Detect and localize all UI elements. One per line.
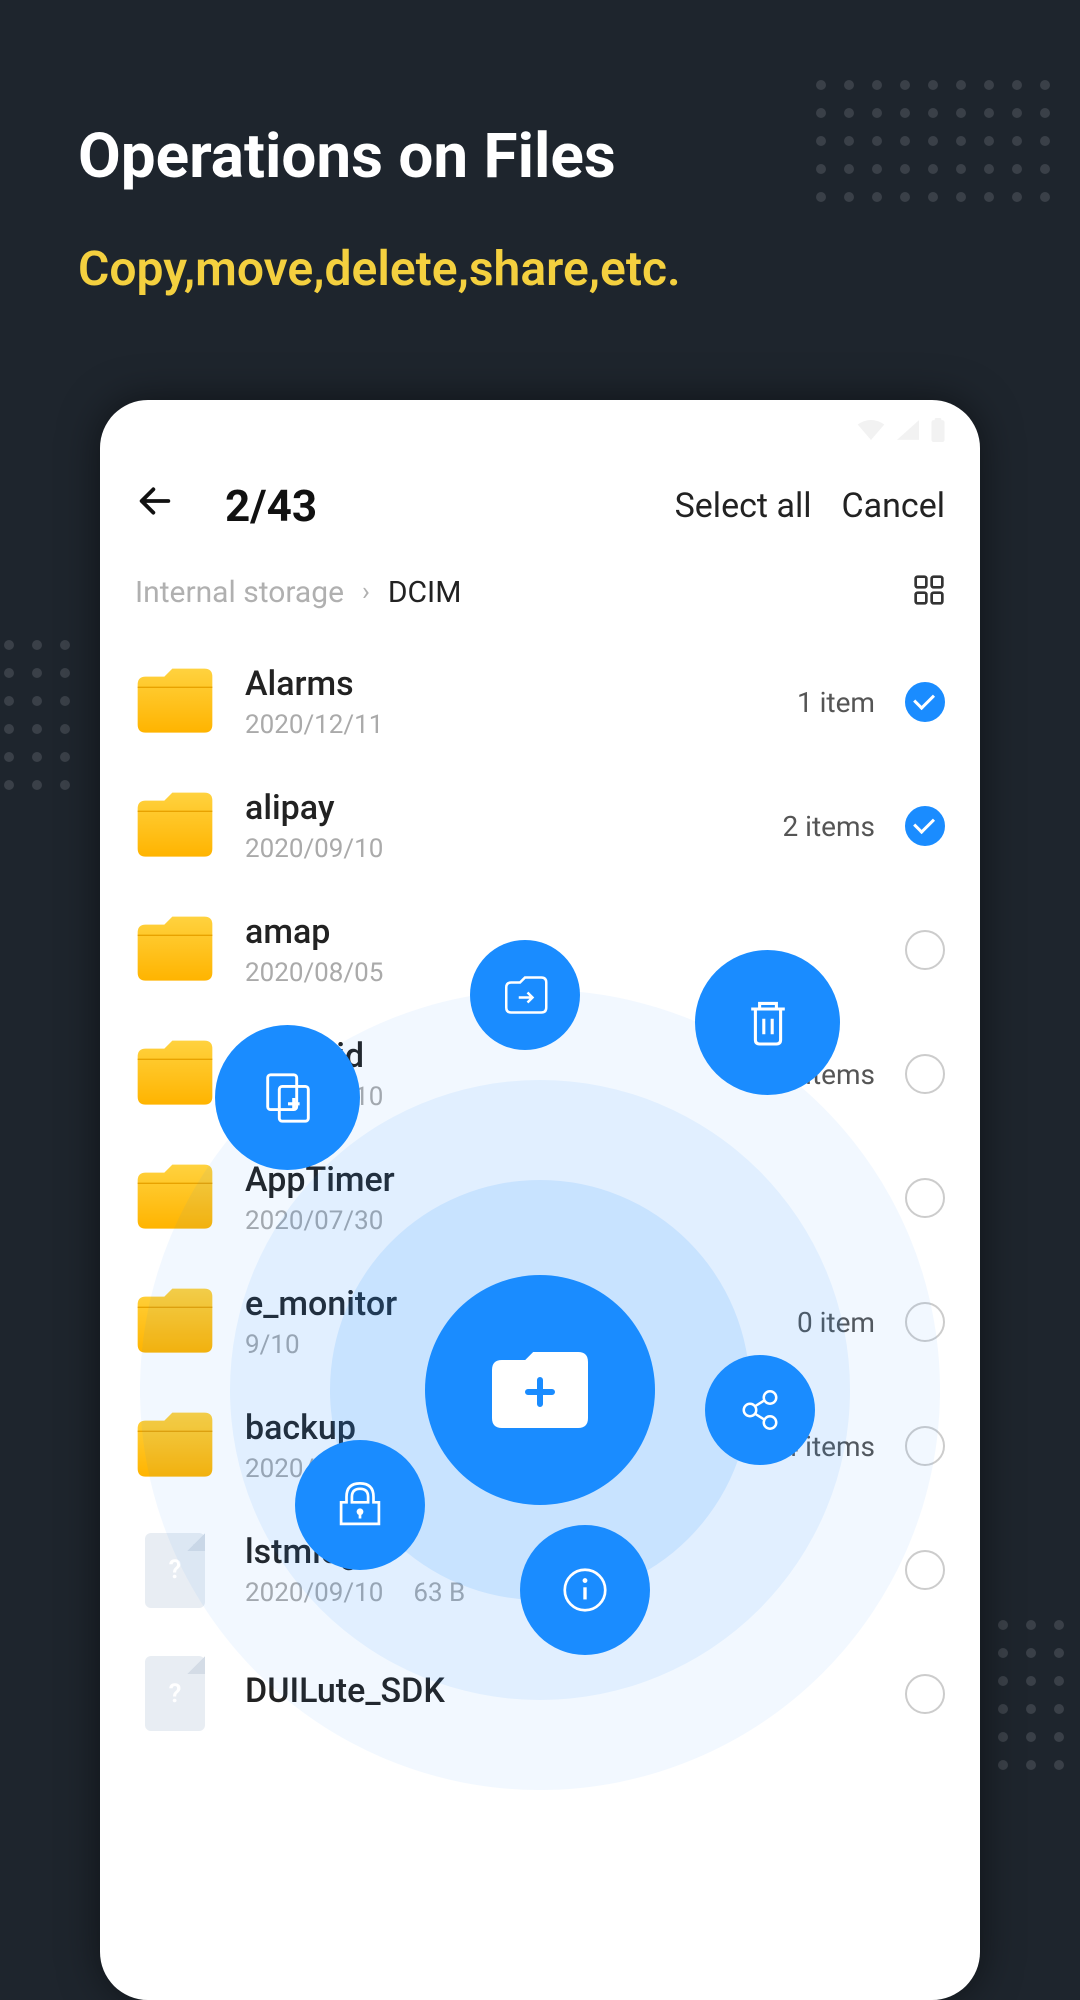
checkbox[interactable] (905, 1178, 945, 1218)
folder-icon (135, 1411, 215, 1481)
folder-icon (135, 791, 215, 861)
status-bar (100, 400, 980, 460)
decor-dots (816, 80, 1050, 202)
file-count: 1 item (797, 686, 875, 719)
checkbox[interactable] (905, 930, 945, 970)
file-meta: 2020/09/10 (245, 834, 752, 864)
file-name: Alarms (245, 664, 767, 704)
fab-delete[interactable] (695, 950, 840, 1095)
chevron-right-icon: › (362, 577, 370, 607)
select-all-button[interactable]: Select all (675, 486, 812, 526)
file-name: alipay (245, 788, 752, 828)
breadcrumb: Internal storage › DCIM (100, 562, 980, 640)
fab-lock[interactable] (295, 1440, 425, 1570)
folder-icon (135, 1163, 215, 1233)
file-info: DUILute_SDK (245, 1671, 845, 1717)
selection-counter: 2/43 (225, 480, 317, 532)
file-row[interactable]: DUILute_SDK (135, 1632, 945, 1755)
file-info: Alarms 2020/12/11 (245, 664, 767, 740)
view-grid-button[interactable] (913, 574, 945, 610)
app-header: 2/43 Select all Cancel (100, 460, 980, 562)
decor-dots (970, 1620, 1080, 1770)
file-icon (145, 1533, 205, 1608)
checkbox[interactable] (905, 682, 945, 722)
file-count: 2 items (782, 810, 875, 843)
fab-share[interactable] (705, 1355, 815, 1465)
signal-icon (897, 420, 919, 440)
breadcrumb-root[interactable]: Internal storage (135, 575, 344, 610)
fab-move[interactable] (470, 940, 580, 1050)
file-info: alipay 2020/09/10 (245, 788, 752, 864)
phone-frame: 2/43 Select all Cancel Internal storage … (100, 400, 980, 2000)
file-row[interactable]: alipay 2020/09/10 2 items (135, 764, 945, 888)
file-count: 0 item (797, 1306, 875, 1339)
checkbox[interactable] (905, 1054, 945, 1094)
fab-info[interactable] (520, 1525, 650, 1655)
folder-icon (135, 667, 215, 737)
fab-copy[interactable] (215, 1025, 360, 1170)
back-button[interactable] (135, 481, 175, 532)
cancel-button[interactable]: Cancel (842, 486, 946, 526)
folder-icon (135, 915, 215, 985)
checkbox[interactable] (905, 1550, 945, 1590)
breadcrumb-current: DCIM (388, 575, 462, 610)
checkbox[interactable] (905, 1302, 945, 1342)
file-meta: 2020/12/11 (245, 710, 767, 740)
decor-dots (0, 640, 70, 790)
battery-icon (931, 418, 945, 442)
file-row[interactable]: Alarms 2020/12/11 1 item (135, 640, 945, 764)
file-icon (145, 1656, 205, 1731)
file-name: AppTimer (245, 1160, 845, 1200)
file-info: AppTimer 2020/07/30 (245, 1160, 845, 1236)
promo-title: Operations on Files (78, 120, 616, 193)
fab-new-folder[interactable] (425, 1275, 655, 1505)
folder-icon (135, 1039, 215, 1109)
checkbox[interactable] (905, 1674, 945, 1714)
checkbox[interactable] (905, 806, 945, 846)
wifi-icon (857, 420, 885, 440)
checkbox[interactable] (905, 1426, 945, 1466)
file-name: DUILute_SDK (245, 1671, 845, 1711)
promo-subtitle: Copy,move,delete,share,etc. (78, 240, 681, 297)
folder-icon (135, 1287, 215, 1357)
file-meta: 2020/07/30 (245, 1206, 845, 1236)
